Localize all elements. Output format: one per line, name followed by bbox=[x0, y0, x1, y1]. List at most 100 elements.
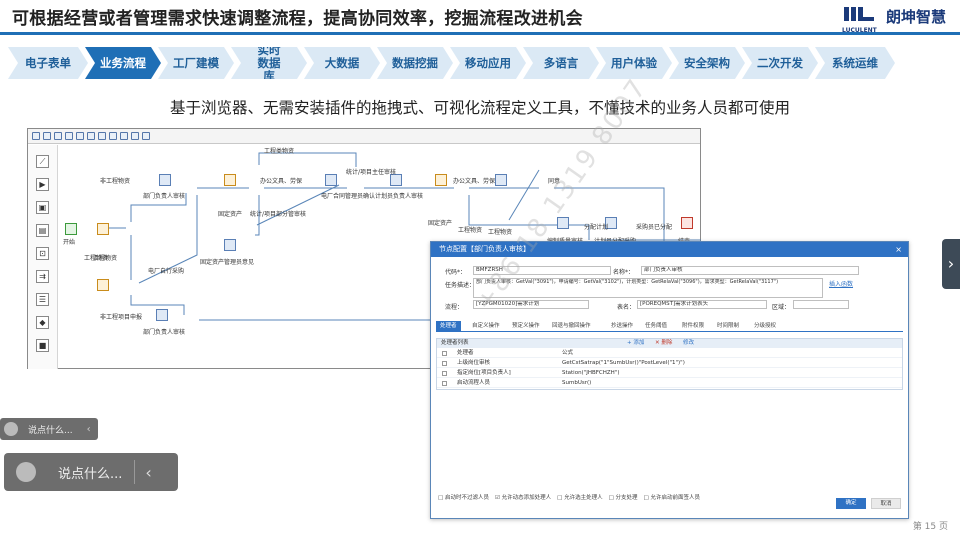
help-icon[interactable] bbox=[142, 132, 150, 140]
table-row[interactable]: 处理者 公式 bbox=[437, 349, 902, 358]
dialog-tab[interactable]: 时间限制 bbox=[717, 321, 739, 332]
dialog-tab[interactable]: 附件权限 bbox=[682, 321, 704, 332]
chat-input-small[interactable]: 说点什么... ‹ bbox=[0, 418, 98, 440]
copy-icon[interactable] bbox=[65, 132, 73, 140]
dialog-tab[interactable]: 分级授权 bbox=[754, 321, 776, 332]
nav-item[interactable]: 系统运维 bbox=[815, 47, 895, 79]
next-slide-button[interactable]: › bbox=[942, 239, 960, 289]
flow-label: 流程： bbox=[445, 304, 464, 311]
row-checkbox[interactable] bbox=[442, 351, 447, 356]
node-palette: ⟋ ▶ ▣ ▤ ⊡ ⇉ ☰ ◆ ■ bbox=[28, 145, 58, 369]
ok-button[interactable]: 确定 bbox=[836, 498, 866, 509]
dialog-tab[interactable]: 预定义操作 bbox=[512, 321, 540, 332]
desc-field[interactable]: 部门负责人审核：GetVal("3091")，申请编号：GetVal("3102… bbox=[473, 278, 823, 298]
search-icon[interactable] bbox=[131, 132, 139, 140]
nav-item[interactable]: 数据挖掘 bbox=[377, 47, 453, 79]
close-icon[interactable]: × bbox=[895, 242, 902, 257]
title-divider bbox=[0, 32, 960, 35]
footer-option[interactable]: □ 允许选主处理人 bbox=[557, 495, 602, 501]
flow-node[interactable] bbox=[156, 309, 168, 321]
flow-edge-label: 分配计划 bbox=[584, 224, 609, 231]
flow-node[interactable] bbox=[681, 217, 693, 229]
flow-node[interactable] bbox=[65, 223, 77, 235]
nav-item[interactable]: 业务流程 bbox=[85, 47, 161, 79]
flow-node[interactable] bbox=[495, 174, 507, 186]
edit-button[interactable]: 修改 bbox=[683, 339, 694, 348]
flow-node[interactable] bbox=[435, 174, 447, 186]
dialog-tab[interactable]: 自定义操作 bbox=[472, 321, 500, 332]
name-field[interactable]: 部门负责人审核 bbox=[641, 266, 859, 275]
footer-option[interactable]: □ 启动时不过滤人员 bbox=[438, 495, 489, 501]
area-label: 区域： bbox=[772, 304, 791, 311]
dialog-tab[interactable]: 任务阈值 bbox=[645, 321, 667, 332]
merge-icon[interactable]: ⇉ bbox=[36, 270, 49, 283]
flow-node[interactable] bbox=[224, 174, 236, 186]
flow-node[interactable] bbox=[159, 174, 171, 186]
nav-item[interactable]: 多语言 bbox=[523, 47, 599, 79]
flow-edge-label: 办公文具、劳保 bbox=[453, 178, 496, 185]
open-icon[interactable] bbox=[43, 132, 51, 140]
dialog-tab[interactable]: 抄送操作 bbox=[611, 321, 633, 332]
table-select[interactable]: [POREQMST]需求计划表头 bbox=[637, 300, 767, 309]
table-row[interactable]: 指定岗位[项目负责人] Station("JHBFCHZH") bbox=[437, 369, 902, 378]
flow-node[interactable] bbox=[97, 223, 109, 235]
table-label: 表名： bbox=[617, 304, 636, 311]
undo-icon[interactable] bbox=[54, 132, 62, 140]
subprocess-icon[interactable]: ⊡ bbox=[36, 247, 49, 260]
footer-option[interactable]: ☑ 允许动态添加处理人 bbox=[495, 495, 551, 501]
area-select[interactable] bbox=[793, 300, 849, 309]
gateway-icon[interactable]: ◆ bbox=[36, 316, 49, 329]
insert-function-link[interactable]: 插入函数 bbox=[829, 279, 853, 288]
flow-edge-label: 电厂自行采购 bbox=[148, 268, 185, 275]
nav-item[interactable]: 实时数据库 bbox=[231, 47, 307, 79]
table-row[interactable]: 上级岗位审核 GetCstSatrap("1"SumbUsr()"PostLeve… bbox=[437, 359, 902, 368]
dialog-tab[interactable]: 回退与撤回操作 bbox=[552, 321, 591, 332]
emoji-icon[interactable] bbox=[16, 462, 36, 482]
flow-node-label: 计划员负责人审核 bbox=[375, 193, 424, 200]
row-checkbox[interactable] bbox=[442, 371, 447, 376]
nav-item[interactable]: 电子表单 bbox=[8, 47, 88, 79]
delete-button[interactable]: ✕ 删除 bbox=[655, 339, 672, 348]
zoom-out-icon[interactable] bbox=[120, 132, 128, 140]
line-tool-icon[interactable]: ⟋ bbox=[36, 155, 49, 168]
table-row[interactable]: 启动流程人员 SumbUsr() bbox=[437, 379, 902, 388]
list-icon[interactable]: ☰ bbox=[36, 293, 49, 306]
save-icon[interactable] bbox=[32, 132, 40, 140]
footer-options: □ 启动时不过滤人员 ☑ 允许动态添加处理人 □ 允许选主处理人 □ 分支处理 □ 允许… bbox=[438, 493, 706, 501]
collapse-arrow-icon[interactable]: ‹ bbox=[145, 463, 151, 482]
emoji-icon[interactable] bbox=[4, 422, 18, 436]
task-node-icon[interactable]: ▣ bbox=[36, 201, 49, 214]
flow-edge-label: 工程类物资 bbox=[264, 148, 295, 155]
select-icon[interactable] bbox=[98, 132, 106, 140]
table-cell: GetCstSatrap("1"SumbUsr()"PostLevel("1")… bbox=[562, 360, 685, 366]
start-node-icon[interactable]: ▶ bbox=[36, 178, 49, 191]
flow-node[interactable] bbox=[224, 239, 236, 251]
delete-icon[interactable] bbox=[87, 132, 95, 140]
end-node-icon[interactable]: ■ bbox=[36, 339, 49, 352]
flow-edge-label: 非工程物资 bbox=[100, 178, 131, 185]
desc-label: 任务描述： bbox=[445, 282, 476, 289]
nav-item[interactable]: 移动应用 bbox=[450, 47, 526, 79]
nav-item[interactable]: 大数据 bbox=[304, 47, 380, 79]
nav-item[interactable]: 用户体验 bbox=[596, 47, 672, 79]
name-label: 名称*： bbox=[613, 269, 635, 276]
flow-node[interactable] bbox=[97, 279, 109, 291]
nav-item[interactable]: 二次开发 bbox=[742, 47, 818, 79]
zoom-in-icon[interactable] bbox=[109, 132, 117, 140]
flow-edge-label: 固定资产 bbox=[218, 211, 243, 218]
flow-node[interactable] bbox=[325, 174, 337, 186]
row-checkbox[interactable] bbox=[442, 381, 447, 386]
row-checkbox[interactable] bbox=[442, 361, 447, 366]
paste-icon[interactable] bbox=[76, 132, 84, 140]
footer-option[interactable]: □ 允许启动前面签人员 bbox=[644, 495, 700, 501]
dialog-tab[interactable]: 处理者 bbox=[436, 321, 461, 332]
flow-node-label: 固定资产管理员意见 bbox=[200, 259, 255, 266]
footer-option[interactable]: □ 分支处理 bbox=[609, 495, 638, 501]
add-button[interactable]: + 添加 bbox=[627, 339, 644, 348]
nav-item[interactable]: 安全架构 bbox=[669, 47, 745, 79]
form-node-icon[interactable]: ▤ bbox=[36, 224, 49, 237]
nav-item[interactable]: 工厂建模 bbox=[158, 47, 234, 79]
collapse-arrow-icon[interactable]: ‹ bbox=[87, 424, 91, 435]
chat-input-large[interactable]: 说点什么... ‹ bbox=[4, 453, 178, 491]
cancel-button[interactable]: 取消 bbox=[871, 498, 901, 509]
